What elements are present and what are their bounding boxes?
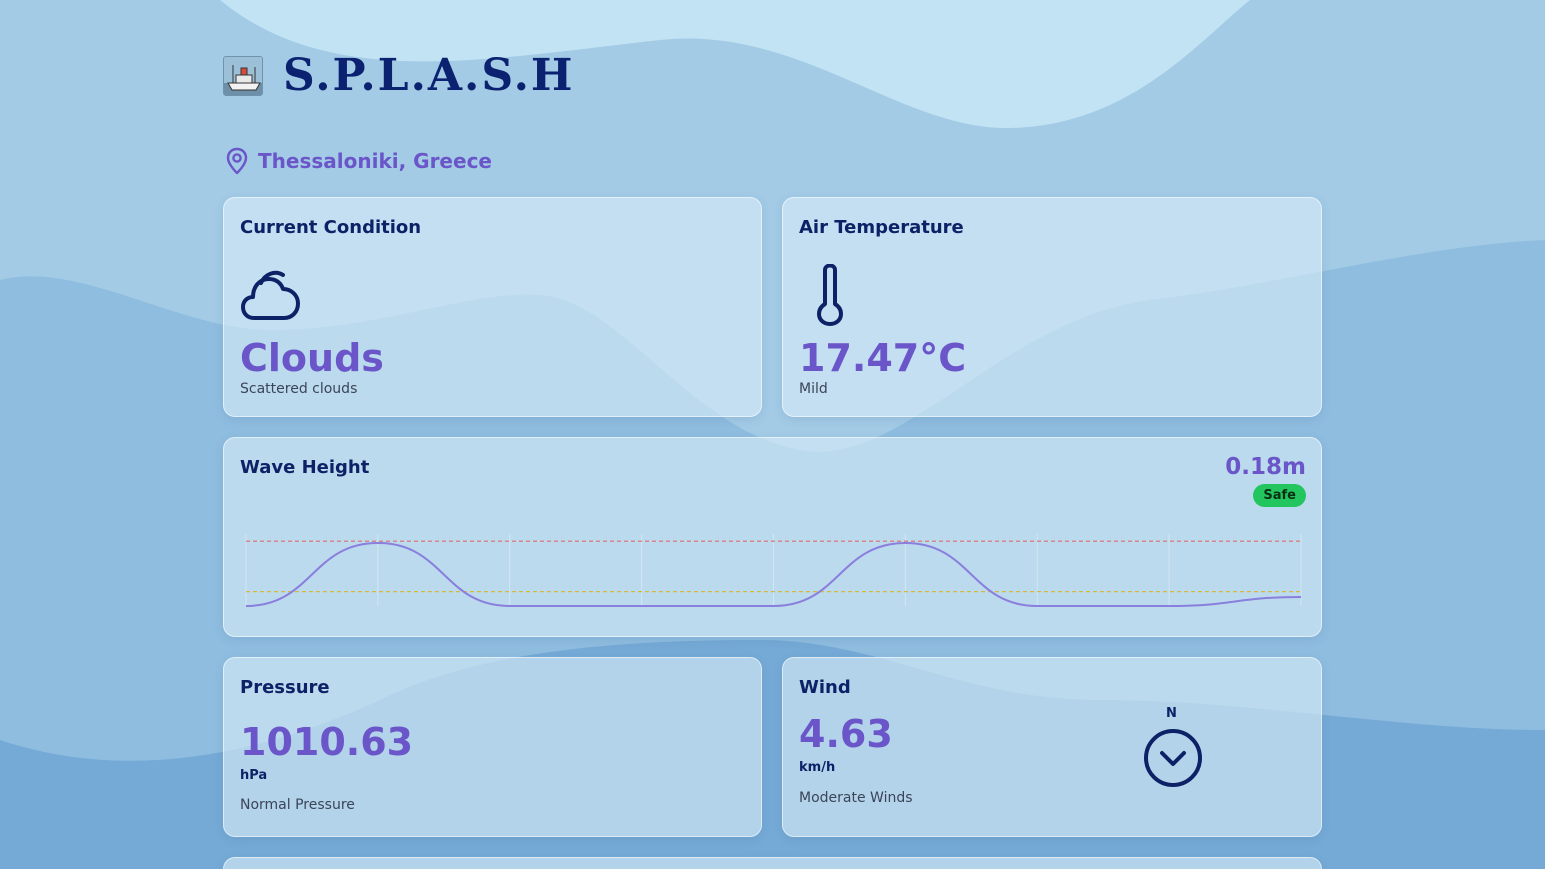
card-title: Current Condition — [240, 217, 422, 238]
wind-direction-icon — [1144, 729, 1202, 787]
card-title: Wave Height — [240, 457, 370, 478]
wind-speed-unit: km/h — [799, 760, 836, 775]
condition-value: Clouds — [240, 336, 384, 380]
thermometer-icon — [817, 264, 843, 326]
card-title: Air Temperature — [799, 217, 964, 238]
temperature-description: Mild — [799, 381, 828, 397]
pressure-description: Normal Pressure — [240, 797, 355, 813]
wave-height-chart — [245, 534, 1302, 607]
status-badge: Safe — [1253, 484, 1306, 507]
card-title: Wind — [799, 677, 851, 698]
dashboard: S.P.L.A.S.H Thessaloniki, Greece Current… — [223, 0, 1322, 869]
next-card — [223, 857, 1322, 869]
card-title: Pressure — [240, 677, 330, 698]
pressure-card: Pressure 1010.63 hPa Normal Pressure — [223, 657, 762, 837]
compass-north-label: N — [1166, 706, 1177, 721]
cloud-icon — [241, 270, 300, 320]
map-pin-icon — [226, 147, 248, 175]
location-name: Thessaloniki, Greece — [258, 149, 492, 173]
current-condition-card: Current Condition Clouds Scattered cloud… — [223, 197, 762, 417]
wave-height-value: 0.18m — [1225, 454, 1306, 480]
wind-speed-value: 4.63 — [799, 712, 893, 756]
wave-height-card: Wave Height 0.18m Safe — [223, 437, 1322, 637]
app-title: S.P.L.A.S.H — [283, 50, 575, 101]
condition-description: Scattered clouds — [240, 381, 358, 397]
location-label[interactable]: Thessaloniki, Greece — [223, 146, 492, 176]
ship-logo-icon — [223, 56, 263, 96]
wind-card: Wind 4.63 km/h Moderate Winds N — [782, 657, 1322, 837]
pressure-value: 1010.63 — [240, 720, 414, 764]
air-temperature-card: Air Temperature 17.47°C Mild — [782, 197, 1322, 417]
header: S.P.L.A.S.H — [223, 50, 575, 101]
wind-description: Moderate Winds — [799, 790, 913, 806]
temperature-value: 17.47°C — [799, 336, 967, 380]
pressure-unit: hPa — [240, 768, 268, 783]
